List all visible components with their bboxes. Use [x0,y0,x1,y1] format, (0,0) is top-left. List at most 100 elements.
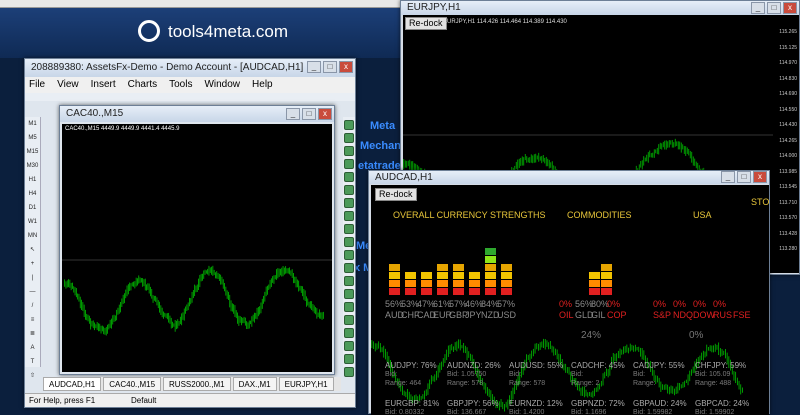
pair-panel: AUDNZD: 26% Bid: 1.05750 Range: 578 [447,361,501,388]
zoom-in-icon[interactable] [344,133,354,143]
audcad-window[interactable]: AUDCAD,H1 _ □ x Re-dock OVERALL CURRENCY S… [368,170,770,415]
strength-bar [405,272,416,295]
currency-percent: 57% [497,299,516,309]
crosshair-icon[interactable]: + [25,257,40,271]
eurjpy-price-axis: 115.265 115.125 114.970 114.830 114.690 114.5… [773,15,799,273]
cursor-icon[interactable]: ↖ [25,243,40,257]
bar-segment [601,280,612,287]
commodity-name: COP [607,310,627,320]
ea-icon[interactable] [344,315,354,325]
side-link[interactable]: Meta [370,120,395,132]
new-chart-icon[interactable] [344,120,354,130]
fibo-icon[interactable]: ≣ [25,327,40,341]
tab-eurjpy[interactable]: EURJPY,H1 [278,377,334,391]
stock-section-title: STOCK [751,197,769,207]
pair-range: Range: 488 [695,380,732,387]
pair-panel: EURNZD: 12%Bid: 1.4200Range: 583 [509,399,563,415]
menu-charts[interactable]: Charts [128,77,157,93]
tf-h1[interactable]: H1 [25,173,40,187]
minimize-button[interactable]: _ [286,108,300,120]
chart-shift-icon[interactable] [344,185,354,195]
menu-help[interactable]: Help [252,77,273,93]
minimize-button[interactable]: _ [307,61,321,73]
bar-segment [485,272,496,279]
bar-segment [469,288,480,295]
audcad-titlebar[interactable]: AUDCAD,H1 _ □ x [369,171,769,184]
tab-audcad[interactable]: AUDCAD,H1 [43,377,102,391]
templates-icon[interactable] [344,224,354,234]
pair-name: GBPJPY: 56% [447,399,499,408]
tf-m15[interactable]: M15 [25,145,40,159]
close-button[interactable]: x [339,61,353,73]
channel-icon[interactable]: ≡ [25,313,40,327]
pair-bid: Bid: [509,371,522,378]
side-link[interactable]: Mechan [360,140,401,152]
tf-mn[interactable]: MN [25,229,40,243]
tab-dax[interactable]: DAX.,M1 [232,377,277,391]
bar-chart-icon[interactable] [344,237,354,247]
arrow-icon[interactable]: ⇧ [25,369,40,383]
tile-icon[interactable] [344,159,354,169]
grid-icon[interactable] [344,276,354,286]
tab-russ2000[interactable]: RUSS2000.,M1 [163,377,231,391]
brand-text: tools4meta.com [168,22,288,41]
pair-bid: Bid: [571,371,584,378]
mt4-titlebar[interactable]: 208889380: AssetsFx-Demo - Demo Account … [25,59,355,77]
tf-h4[interactable]: H4 [25,187,40,201]
menu-insert[interactable]: Insert [91,77,116,93]
tf-w1[interactable]: W1 [25,215,40,229]
audcad-chart[interactable]: Re-dock OVERALL CURRENCY STRENGTHS COMMO… [371,185,769,415]
tf-m30[interactable]: M30 [25,159,40,173]
tf-d1[interactable]: D1 [25,201,40,215]
cac40-titlebar[interactable]: CAC40.,M15 _ □ x [60,106,334,122]
candles-icon[interactable] [344,250,354,260]
timeframe-toolbar: M1 M5 M15 M30 H1 H4 D1 W1 MN ↖ + | — / ≡… [25,117,41,379]
menu-file[interactable]: File [29,77,45,93]
line-chart-icon[interactable] [344,263,354,273]
close-button[interactable]: x [318,108,332,120]
autoscroll-icon[interactable] [344,172,354,182]
cac40-chart-window[interactable]: CAC40.,M15 _ □ x CAC40.,M15 4449.9 4449.9 … [59,105,335,375]
market-icon[interactable] [344,367,354,377]
menu-view[interactable]: View [57,77,79,93]
navigator-icon[interactable] [344,354,354,364]
strategy-icon[interactable] [344,341,354,351]
minimize-button[interactable]: _ [751,2,765,14]
pair-panel: CADJPY: 55% Bid: Range: [633,361,685,388]
close-button[interactable]: x [783,2,797,14]
eurjpy-titlebar[interactable]: EURJPY,H1 _ □ x [401,1,799,15]
text-icon[interactable]: A [25,341,40,355]
indicators-icon[interactable] [344,198,354,208]
maximize-button[interactable]: □ [767,2,781,14]
tools4meta-logo-icon [138,20,160,42]
tf-m1[interactable]: M1 [25,117,40,131]
vline-icon[interactable]: | [25,271,40,285]
properties-icon[interactable] [344,302,354,312]
menu-bar: File View Insert Charts Tools Window Hel… [25,77,355,93]
tf-m5[interactable]: M5 [25,131,40,145]
trendline-icon[interactable]: / [25,299,40,313]
bar-segment [589,288,600,295]
commodities-section-title: COMMODITIES [567,210,632,220]
periods-icon[interactable] [344,211,354,221]
bar-segment [601,272,612,279]
maximize-button[interactable]: □ [737,171,751,183]
maximize-button[interactable]: □ [323,61,337,73]
volumes-icon[interactable] [344,289,354,299]
mt4-main-window[interactable]: 208889380: AssetsFx-Demo - Demo Account … [24,58,356,408]
terminal-icon[interactable] [344,328,354,338]
label-icon[interactable]: T [25,355,40,369]
maximize-button[interactable]: □ [302,108,316,120]
bar-segment [485,288,496,295]
pair-bid: Bid: 1.05750 [447,371,487,378]
minimize-button[interactable]: _ [721,171,735,183]
usa-name: RUS [713,310,733,320]
tab-cac40[interactable]: CAC40.,M15 [103,377,162,391]
price-tick: 114.265 [779,137,797,144]
menu-window[interactable]: Window [204,77,240,93]
cac40-chart[interactable]: CAC40.,M15 4449.9 4449.9 4441.4 4445.9 [62,124,332,372]
menu-tools[interactable]: Tools [169,77,192,93]
hline-icon[interactable]: — [25,285,40,299]
close-button[interactable]: x [753,171,767,183]
zoom-out-icon[interactable] [344,146,354,156]
